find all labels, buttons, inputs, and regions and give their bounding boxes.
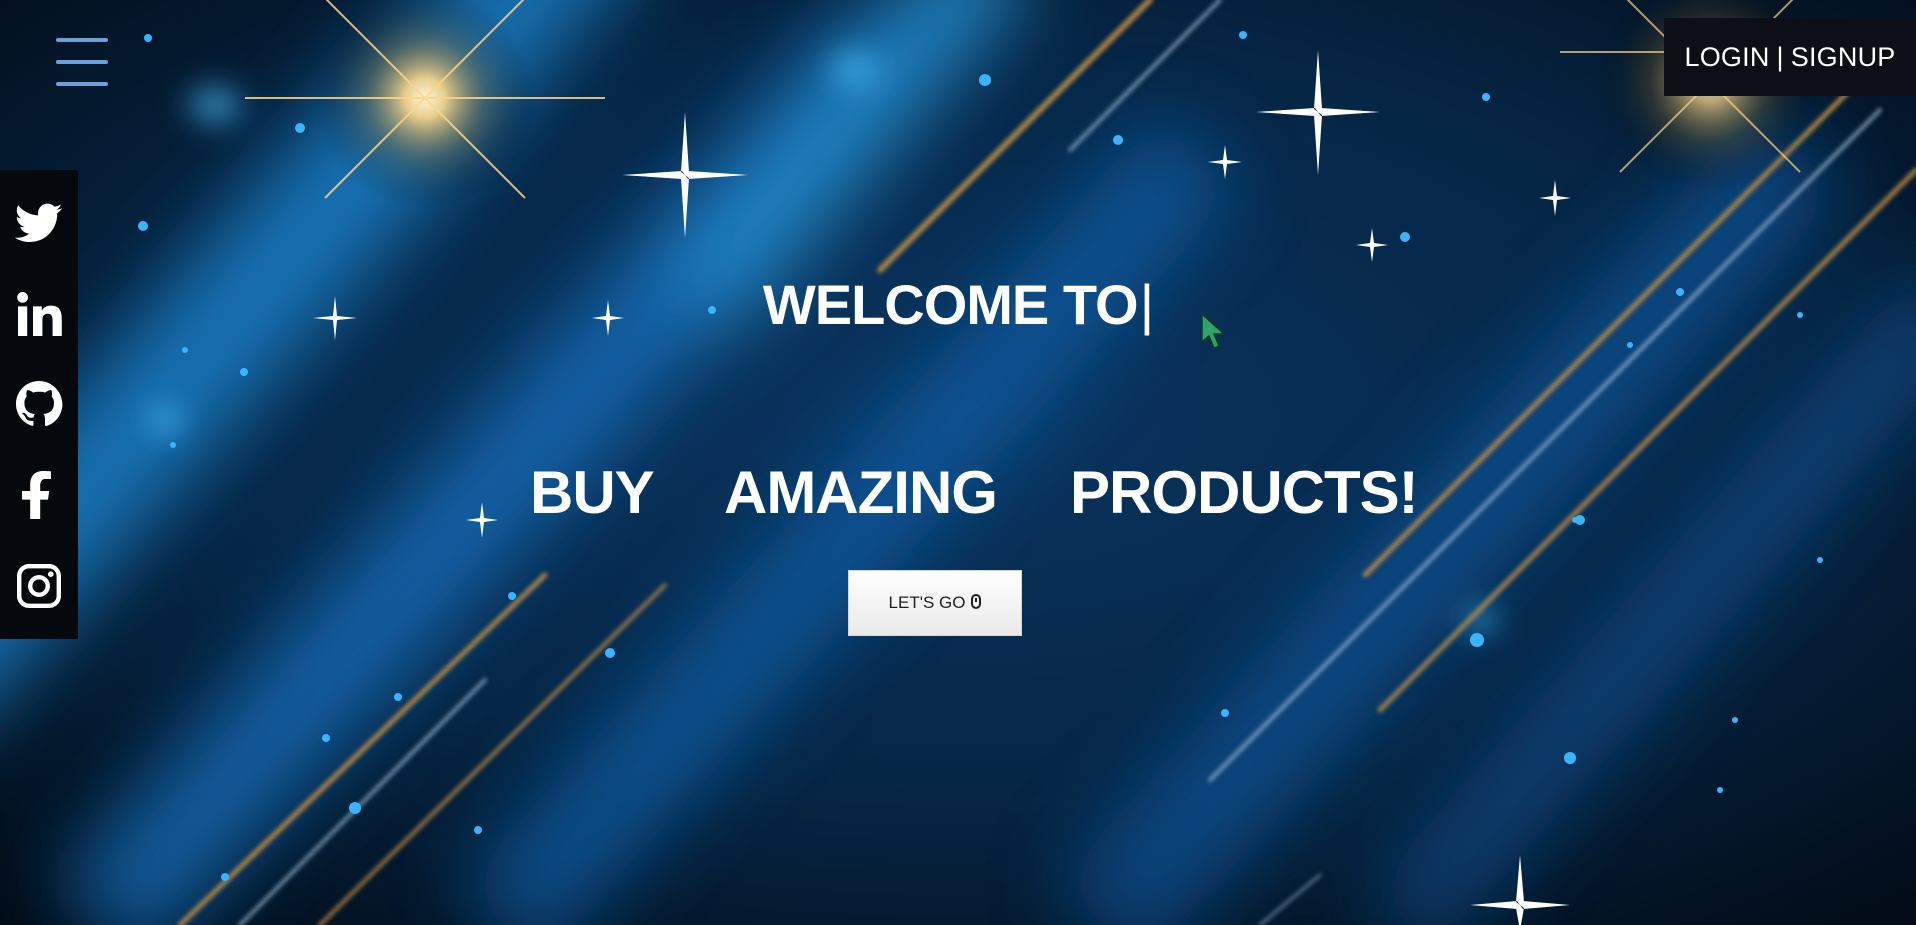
github-icon[interactable] <box>14 379 64 429</box>
login-link[interactable]: LOGIN <box>1685 42 1770 73</box>
hamburger-menu-icon[interactable] <box>54 36 110 88</box>
menu-bar-middle <box>56 60 108 64</box>
hero-section: LOGIN | SIGNUP WELCOME TO| BUY AMAZING P… <box>0 0 1916 925</box>
headline-word-buy: BUY <box>530 459 655 526</box>
facebook-icon[interactable] <box>14 470 64 520</box>
mouse-cursor-icon <box>1201 313 1225 349</box>
welcome-text: WELCOME TO <box>762 273 1139 336</box>
menu-bar-top <box>56 38 108 42</box>
auth-links: LOGIN | SIGNUP <box>1664 18 1916 96</box>
instagram-icon[interactable] <box>14 561 64 611</box>
menu-bar-bottom <box>56 82 108 86</box>
social-sidebar <box>0 170 78 639</box>
twitter-icon[interactable] <box>14 198 64 248</box>
lets-go-label: LET'S GO <box>888 593 966 612</box>
headline-word-products: PRODUCTS! <box>1070 459 1419 526</box>
mouse-icon <box>971 593 982 609</box>
lets-go-button[interactable]: LET'S GO <box>848 570 1022 636</box>
headline-word-amazing: AMAZING <box>724 459 998 526</box>
auth-separator: | <box>1776 41 1784 72</box>
signup-link[interactable]: SIGNUP <box>1791 42 1896 73</box>
welcome-heading: WELCOME TO| <box>0 272 1916 337</box>
typing-caret: | <box>1139 273 1155 336</box>
